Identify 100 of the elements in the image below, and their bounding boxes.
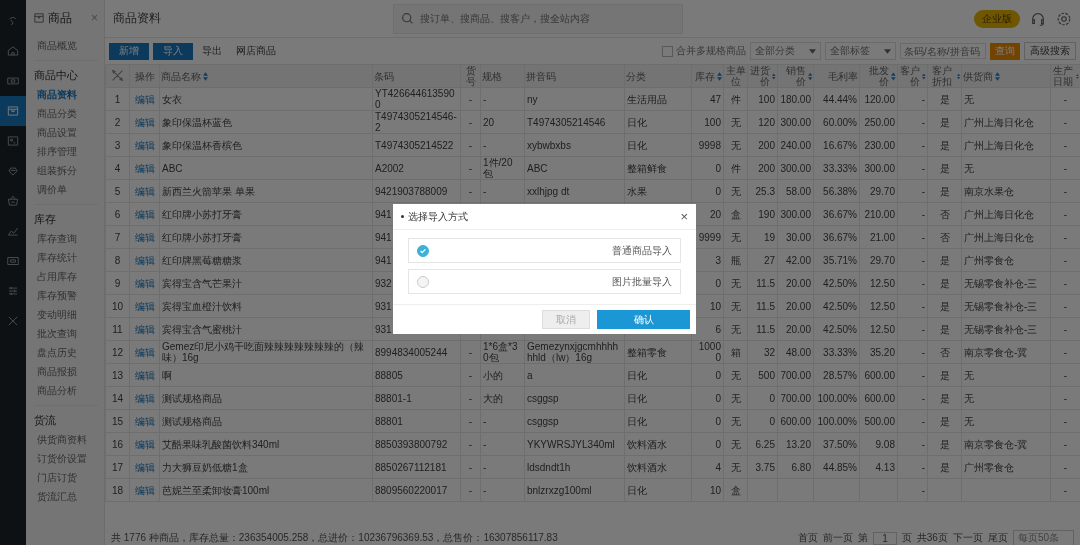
table-cell: ny [524,87,625,111]
table-cell: 600.00 [859,386,898,410]
table-cell: - [480,409,525,433]
table-cell: 广州上海日化仓 [961,225,1051,249]
table-cell: - [897,133,928,157]
table-cell: 无 [723,133,748,157]
table-cell: 0 [691,156,724,180]
sidebar-item[interactable]: 商品资料 [34,85,98,104]
table-cell: 瓶 [723,248,748,272]
table-cell: - [460,110,481,134]
table-cell: 是 [927,294,962,318]
table-cell: 200 [747,133,778,157]
table-cell: - [897,110,928,134]
table-cell: - [460,87,481,111]
table-cell: - [897,202,928,226]
checkbox[interactable] [662,45,673,57]
sort-icon[interactable] [1076,71,1079,81]
nav-icon[interactable] [0,96,26,126]
table-cell: 无 [723,271,748,295]
import-option[interactable]: 普通商品导入 [408,238,681,263]
table-cell: 4 [691,455,724,479]
table-cell: 33.33% [813,340,860,364]
table-cell: 42.50% [813,271,860,295]
column-header: 销售价 [784,65,806,87]
table-cell: 100 [747,87,778,111]
option-label[interactable]: 普通商品导入 [612,243,672,258]
advanced-search-button[interactable]: 高级搜索 [1024,42,1076,60]
column-header: 条码 [374,70,394,82]
table-cell: 件 [723,87,748,111]
page-field[interactable]: 1 [873,531,897,545]
tools-icon[interactable] [111,68,124,82]
table-cell: xybwbxbs [524,133,625,157]
check-icon [419,246,427,255]
table-cell: 33.33% [813,156,860,180]
close-icon[interactable]: × [91,11,98,25]
edition-badge[interactable]: 企业版 [974,9,1020,28]
table-cell: 否 [927,202,962,226]
table-cell: - [897,386,928,410]
sidebar-item[interactable]: 变动明细 [34,305,98,324]
table-cell: - [897,294,928,318]
table-cell: 8850267112181 [372,455,461,479]
table-cell: 是 [927,87,962,111]
table-cell: 35.20 [859,340,898,364]
table-cell: 300.00 [777,156,814,180]
group-title: 货流 [34,413,57,428]
sidebar-item[interactable]: 批次查询 [34,324,98,343]
import-option[interactable]: 图片批量导入 [408,269,681,294]
table-cell: 230.00 [859,133,898,157]
table-cell: 37.50% [813,432,860,456]
table-cell: 日化 [624,478,692,502]
table-cell: A2002 [372,156,461,180]
page-label: 页 [901,531,912,545]
table-cell: 1*6盒*30包 [480,340,525,364]
query-button[interactable]: 查询 [990,42,1020,60]
table-cell: 无 [723,179,748,203]
column-header: 毛利率 [828,70,858,82]
row-number: 7 [105,225,130,249]
table-cell: T4974305214522 [372,133,461,157]
option-label[interactable]: 图片批量导入 [612,274,672,289]
filter-field[interactable]: 条码/名称/拼音码 [900,43,986,59]
table-cell: 无 [961,363,1051,387]
table-cell: 42.50% [813,294,860,318]
table-cell: - [897,432,928,456]
sidebar-item[interactable]: 供货商资料 [34,430,98,449]
cancel-button[interactable]: 取消 [542,310,590,329]
toolbar-button[interactable]: 网店商品 [231,42,281,60]
table-cell: 12.50 [859,271,898,295]
close-icon[interactable]: × [680,209,688,224]
table-cell: 日化 [624,133,692,157]
settings-icon[interactable] [1056,10,1072,27]
table-cell: 42.50% [813,317,860,341]
table-cell: 无 [723,317,748,341]
table-cell: 58.00 [777,179,814,203]
column-header: 客户价 [899,65,921,87]
radio-button[interactable] [417,244,429,257]
search-icon[interactable] [401,11,414,25]
first-page-link[interactable]: 首页 [798,531,819,545]
radio-button[interactable] [417,275,429,288]
box-icon [34,13,44,23]
confirm-button[interactable]: 确认 [597,310,690,329]
table-cell: 250.00 [859,110,898,134]
table-cell: - [897,248,928,272]
table-cell: - [897,409,928,433]
table-cell: 88801-1 [372,386,461,410]
table-cell: csggsp [524,386,625,410]
table-cell: - [460,409,481,433]
last-page-link[interactable]: 尾页 [987,531,1008,545]
table-cell: 宾得宝血橙汁饮料 [159,294,373,318]
table-cell: - [897,340,928,364]
table-cell: 210.00 [859,202,898,226]
toolbar-button[interactable]: 导出 [197,42,227,60]
toolbar-button[interactable]: 导入 [153,42,193,60]
sort-icon[interactable] [203,71,208,81]
table-cell: 是 [927,110,962,134]
headset-icon[interactable] [1030,10,1046,27]
sort-icon[interactable] [995,71,1000,81]
toolbar-button[interactable]: 新增 [109,42,149,60]
sidebar-item[interactable]: 门店订货 [34,468,98,487]
table-cell: 9998 [691,133,724,157]
table-cell: 女衣 [159,87,373,111]
